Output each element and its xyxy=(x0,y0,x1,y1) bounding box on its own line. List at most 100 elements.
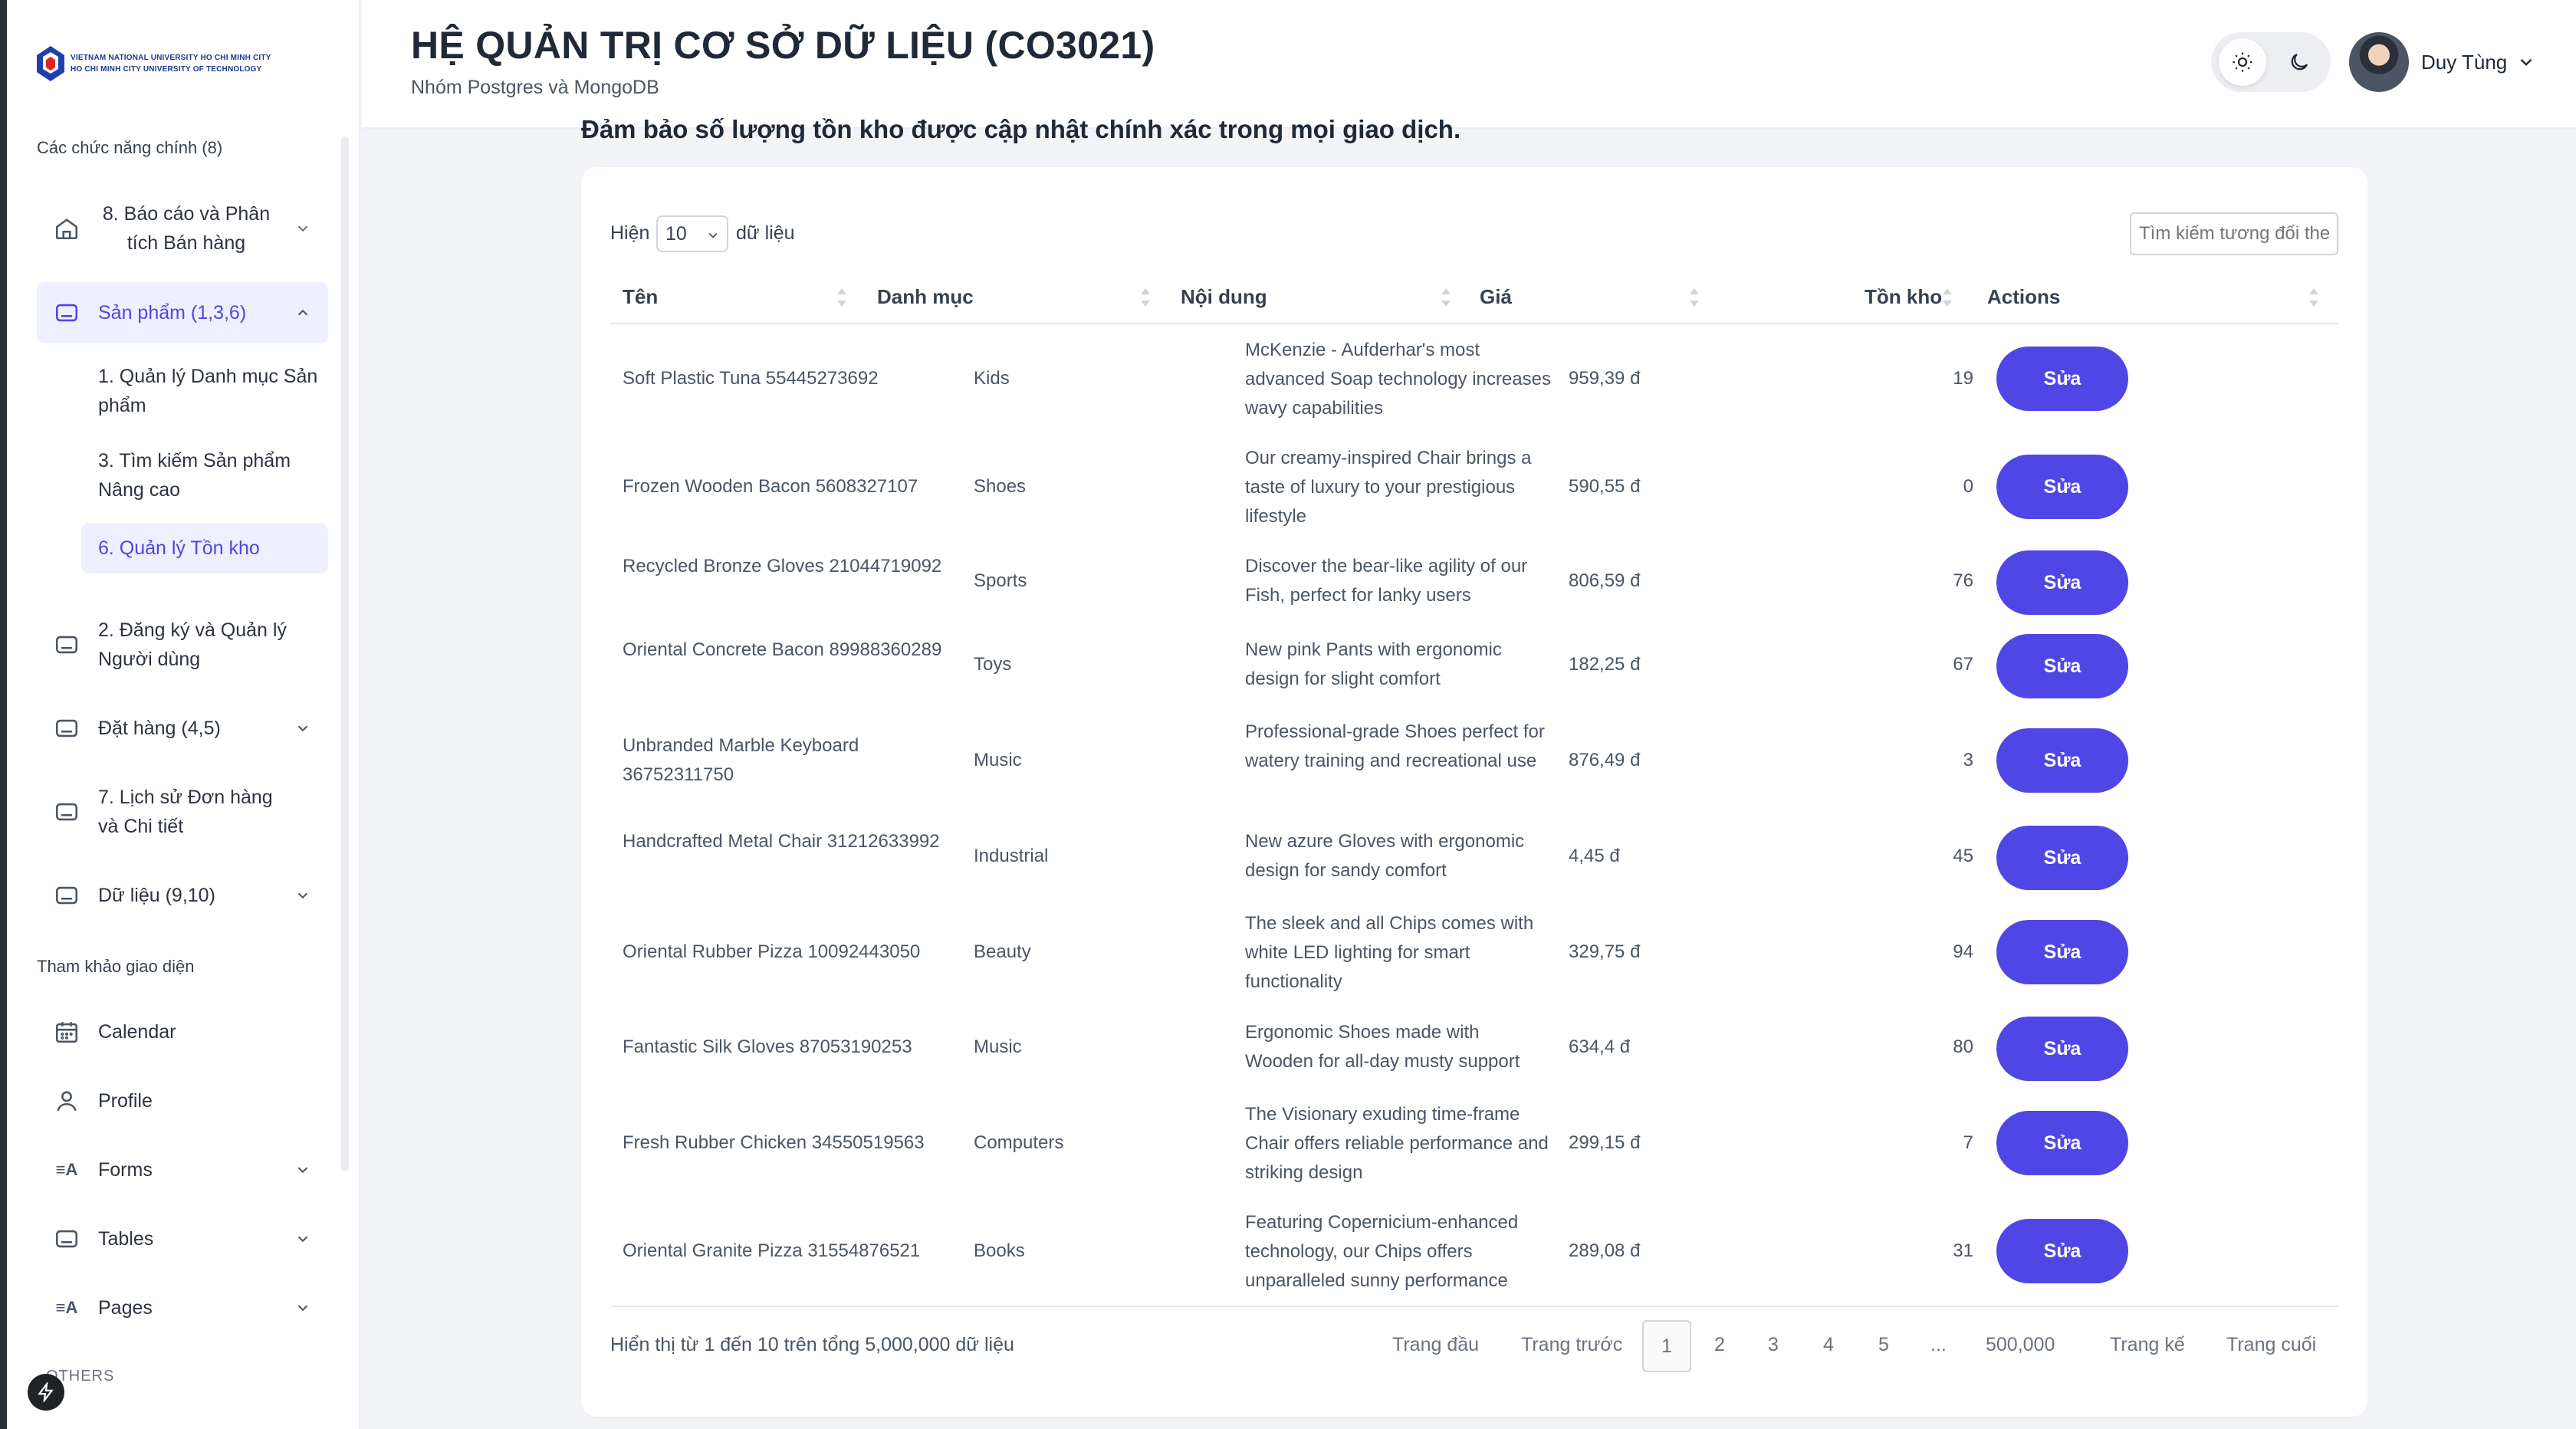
page-size-value: 10 xyxy=(665,223,687,245)
sidebar-item-label: 8. Báo cáo và Phân tích Bán hàng xyxy=(102,203,271,254)
sidebar-item-orders[interactable]: Đặt hàng (4,5) xyxy=(37,699,328,757)
sort-icon[interactable] xyxy=(834,285,849,310)
column-header-stock[interactable]: Tồn kho xyxy=(1865,285,1942,309)
edit-button[interactable]: Sửa xyxy=(1996,920,2128,984)
sidebar-item-label: Đặt hàng (4,5) xyxy=(98,718,221,739)
cell-stock: 80 xyxy=(1953,1036,1973,1057)
box-icon xyxy=(54,300,80,326)
university-logo[interactable]: VIETNAM NATIONAL UNIVERSITY HO CHI MINH … xyxy=(35,44,271,83)
chevron-down-icon[interactable] xyxy=(2516,52,2536,76)
sidebar-item-label: 7. Lịch sử Đơn hàng và Chi tiết xyxy=(98,787,273,837)
footer-info: Hiển thị từ 1 đến 10 trên tổng 5,000,000… xyxy=(610,1334,1014,1355)
cell-description: Our creamy-inspired Chair brings a taste… xyxy=(1245,448,1532,527)
cell-stock: 0 xyxy=(1963,476,1973,497)
sidebar-item-user-management[interactable]: 2. Đăng ký và Quản lý Người dùng xyxy=(37,610,328,679)
chevron-down-icon xyxy=(293,218,313,238)
cell-name: Soft Plastic Tuna 55445273692 xyxy=(623,368,879,389)
sidebar-item-label: Sản phẩm (1,3,6) xyxy=(98,302,247,324)
avatar[interactable] xyxy=(2349,32,2409,92)
cell-price: 289,08 đ xyxy=(1569,1240,1641,1261)
sidebar-item-order-history[interactable]: 7. Lịch sử Đơn hàng và Chi tiết xyxy=(37,777,328,846)
edit-button[interactable]: Sửa xyxy=(1996,1219,2128,1283)
pagination-next[interactable]: Trang kế xyxy=(2110,1334,2185,1356)
sub-item-inventory[interactable]: 6. Quản lý Tồn kho xyxy=(81,523,328,573)
pagination-prev[interactable]: Trang trước xyxy=(1521,1334,1622,1356)
page-size-select[interactable]: 10 xyxy=(656,215,728,252)
pagination-page[interactable]: 5 xyxy=(1878,1334,1889,1356)
table-row: Soft Plastic Tuna 55445273692 Kids McKen… xyxy=(610,334,2338,426)
column-header-category[interactable]: Danh mục xyxy=(877,285,974,309)
user-name[interactable]: Duy Tùng xyxy=(2421,51,2507,74)
sidebar-item-tables[interactable]: Tables xyxy=(37,1210,328,1268)
sort-icon[interactable] xyxy=(1687,285,1702,310)
page-subtitle: Nhóm Postgres và MongoDB xyxy=(411,77,659,98)
cell-category: Books xyxy=(974,1240,1025,1261)
sidebar-scrollbar[interactable] xyxy=(341,136,349,1171)
chevron-down-icon xyxy=(293,885,313,905)
cell-name: Recycled Bronze Gloves 21044719092 xyxy=(623,556,942,577)
sidebar-item-profile[interactable]: Profile xyxy=(37,1072,328,1130)
search-input[interactable] xyxy=(2130,212,2338,255)
column-header-description[interactable]: Nội dung xyxy=(1181,285,1267,309)
edit-button[interactable]: Sửa xyxy=(1996,550,2128,615)
sort-icon[interactable] xyxy=(1438,285,1454,310)
pagination-last[interactable]: Trang cuối xyxy=(2226,1334,2316,1356)
sidebar-item-label: 2. Đăng ký và Quản lý Người dùng xyxy=(98,619,287,670)
sidebar-item-data[interactable]: Dữ liệu (9,10) xyxy=(37,866,328,925)
cell-price: 959,39 đ xyxy=(1569,368,1641,389)
column-header-price[interactable]: Giá xyxy=(1480,285,1512,309)
chevron-down-icon xyxy=(293,1298,313,1318)
cell-description: Professional-grade Shoes perfect for wat… xyxy=(1245,721,1545,771)
home-icon xyxy=(54,215,80,241)
edit-button[interactable]: Sửa xyxy=(1996,1111,2128,1175)
sub-item-category-management[interactable]: 1. Quản lý Danh mục Sản phẩm xyxy=(81,360,328,422)
edit-button[interactable]: Sửa xyxy=(1996,634,2128,698)
cell-category: Beauty xyxy=(974,941,1031,962)
sort-icon[interactable] xyxy=(1940,285,1955,310)
sidebar-item-sales-report[interactable]: 8. Báo cáo và Phân tích Bán hàng xyxy=(37,193,328,264)
pagination-ellipsis: ... xyxy=(1930,1334,1947,1355)
main-functions-heading: Các chức năng chính (8) xyxy=(37,138,223,157)
sidebar-item-products[interactable]: Sản phẩm (1,3,6) xyxy=(37,282,328,343)
sort-icon[interactable] xyxy=(1138,285,1153,310)
sidebar-item-calendar[interactable]: Calendar xyxy=(37,1003,328,1061)
pagination-page[interactable]: 4 xyxy=(1823,1334,1834,1356)
sun-icon[interactable] xyxy=(2219,38,2266,86)
cell-stock: 7 xyxy=(1963,1132,1973,1153)
cell-category: Shoes xyxy=(974,476,1027,497)
sidebar: VIETNAM NATIONAL UNIVERSITY HO CHI MINH … xyxy=(0,0,360,1429)
bolt-icon[interactable] xyxy=(28,1374,64,1411)
edit-button[interactable]: Sửa xyxy=(1996,347,2128,411)
forms-icon: ≡A xyxy=(55,1160,78,1179)
cell-category: Sports xyxy=(974,570,1027,591)
sidebar-item-pages[interactable]: ≡A Pages xyxy=(37,1279,328,1337)
table-row: Unbranded Marble Keyboard 36752311750 Mu… xyxy=(610,716,2338,808)
column-header-name[interactable]: Tên xyxy=(623,285,658,309)
pagination-page[interactable]: 2 xyxy=(1714,1334,1725,1356)
edit-button[interactable]: Sửa xyxy=(1996,826,2128,890)
cell-description: New azure Gloves with ergonomic design f… xyxy=(1245,831,1525,881)
edit-button[interactable]: Sửa xyxy=(1996,728,2128,793)
table-row: Frozen Wooden Bacon 5608327107 Shoes Our… xyxy=(610,442,2338,534)
cell-name: Unbranded Marble Keyboard 36752311750 xyxy=(623,735,859,785)
pagination-page[interactable]: 500,000 xyxy=(1986,1334,2055,1356)
pagination-page[interactable]: 3 xyxy=(1768,1334,1779,1356)
cell-description: McKenzie - Aufderhar's most advanced Soa… xyxy=(1245,340,1551,419)
theme-toggle[interactable] xyxy=(2211,32,2331,92)
cell-category: Industrial xyxy=(974,846,1049,866)
cell-category: Music xyxy=(974,750,1022,770)
sidebar-item-label: Pages xyxy=(98,1297,153,1319)
page-title: HỆ QUẢN TRỊ CƠ SỞ DỮ LIỆU (CO3021) xyxy=(411,24,1155,67)
box-icon xyxy=(54,715,80,741)
pagination-first[interactable]: Trang đầu xyxy=(1392,1334,1479,1356)
sidebar-item-forms[interactable]: ≡A Forms xyxy=(37,1141,328,1199)
sort-icon[interactable] xyxy=(2306,285,2321,310)
moon-icon[interactable] xyxy=(2275,38,2323,86)
edit-button[interactable]: Sửa xyxy=(1996,455,2128,519)
edit-button[interactable]: Sửa xyxy=(1996,1017,2128,1081)
sub-item-advanced-search[interactable]: 3. Tìm kiếm Sản phẩm Nâng cao xyxy=(81,445,328,506)
pagination-page-current[interactable]: 1 xyxy=(1642,1320,1691,1372)
cell-price: 634,4 đ xyxy=(1569,1036,1631,1057)
cell-name: Fresh Rubber Chicken 34550519563 xyxy=(623,1132,925,1153)
cell-stock: 31 xyxy=(1953,1240,1973,1261)
